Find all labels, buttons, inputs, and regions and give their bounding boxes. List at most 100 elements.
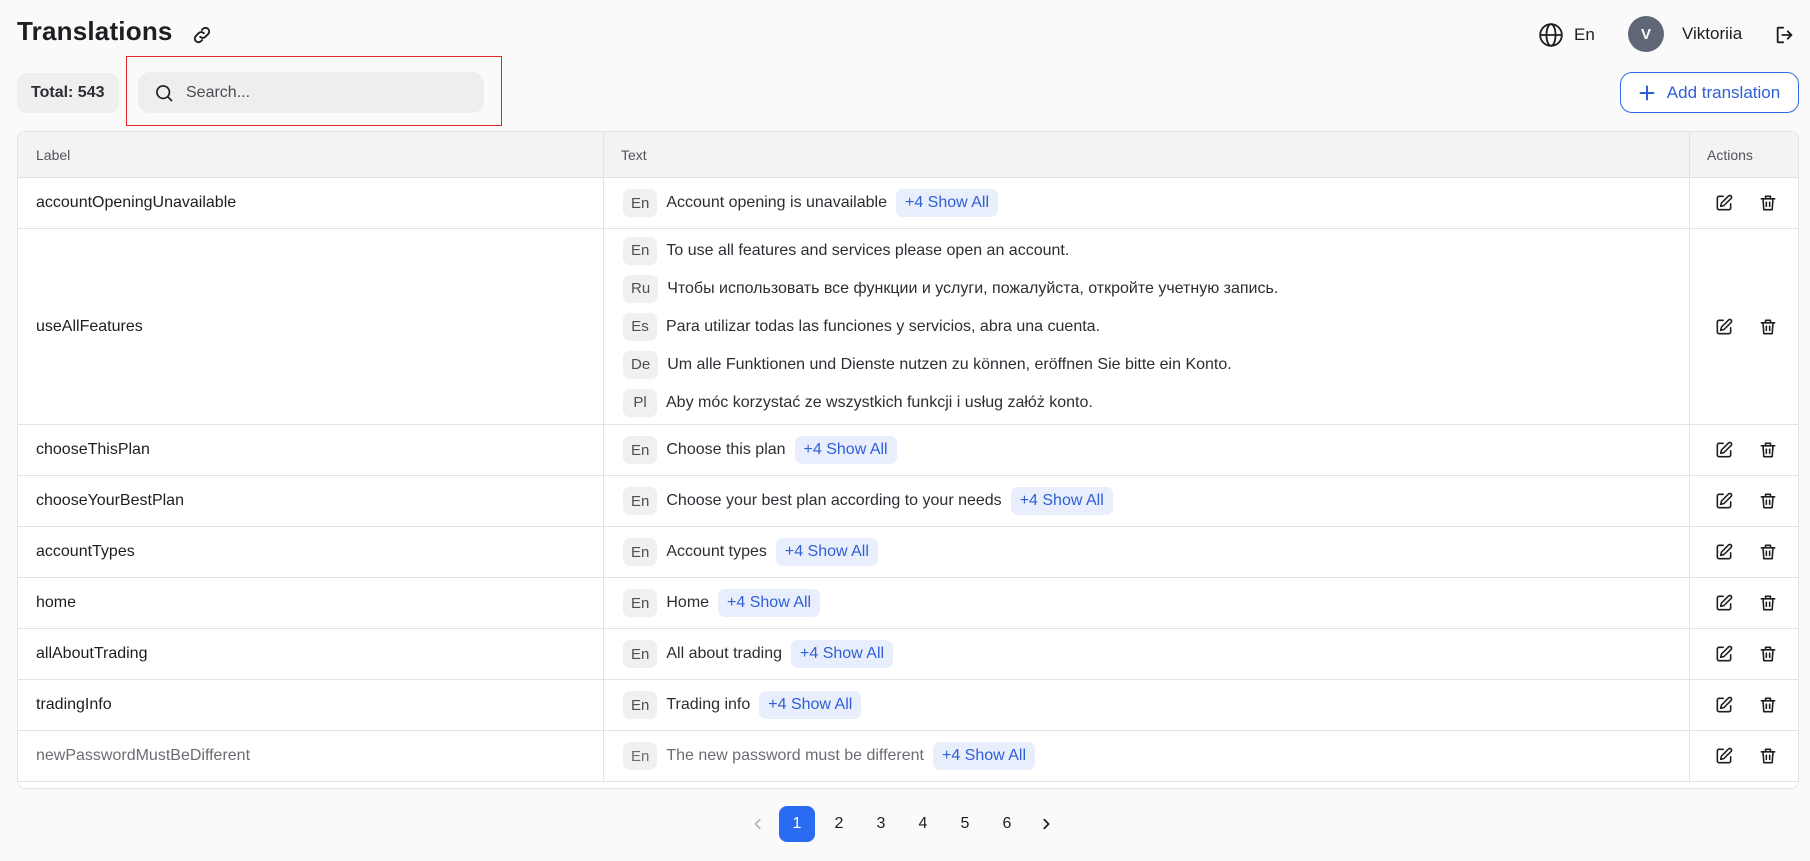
show-all-button[interactable]: +4 Show All — [759, 691, 862, 719]
column-header-label[interactable]: Label — [18, 132, 604, 177]
page-button[interactable]: 6 — [989, 806, 1025, 842]
delete-button[interactable] — [1756, 315, 1780, 339]
language-tag: En — [623, 189, 658, 217]
translation-label: accountOpeningUnavailable — [18, 178, 604, 228]
page-button[interactable]: 3 — [863, 806, 899, 842]
delete-button[interactable] — [1756, 693, 1780, 717]
column-header-text[interactable]: Text — [604, 132, 1690, 177]
show-all-button[interactable]: +4 Show All — [895, 189, 999, 217]
table-row: tradingInfo En Trading info +4 Show All — [18, 680, 1798, 731]
delete-button[interactable] — [1756, 642, 1780, 666]
translation-text: Account opening is unavailable — [666, 194, 887, 211]
trash-icon — [1760, 595, 1776, 611]
translation-text: Чтобы использовать все функции и услуги,… — [667, 279, 1279, 297]
translation-line: En Home +4 Show All — [623, 584, 1689, 622]
translation-line: De Um alle Funktionen und Dienste nutzen … — [623, 346, 1689, 384]
translation-label: allAboutTrading — [18, 629, 604, 679]
trash-icon — [1760, 319, 1776, 334]
edit-button[interactable] — [1712, 438, 1736, 462]
delete-button[interactable] — [1756, 540, 1780, 564]
show-all-button[interactable]: +4 Show All — [794, 436, 897, 464]
show-all-button[interactable]: +4 Show All — [718, 589, 821, 617]
edit-icon — [1716, 492, 1733, 509]
pagination: 123456 — [740, 806, 1064, 842]
logout-icon — [1776, 26, 1793, 44]
add-translation-button[interactable]: Add translation — [1620, 72, 1799, 113]
delete-button[interactable] — [1756, 191, 1780, 215]
trash-icon — [1760, 493, 1776, 509]
edit-button[interactable] — [1712, 693, 1736, 717]
language-label: En — [1574, 25, 1595, 44]
language-tag: En — [623, 742, 658, 770]
search-icon — [156, 84, 173, 101]
row-actions — [1690, 425, 1798, 475]
page-button[interactable]: 1 — [779, 806, 815, 842]
language-tag: En — [623, 236, 658, 265]
show-all-button[interactable]: +4 Show All — [791, 640, 894, 668]
translation-text: Aby móc korzystać ze wszystkich funkcji … — [666, 393, 1093, 411]
page-title: Translations — [17, 16, 173, 46]
table-row: accountTypes En Account types +4 Show All — [18, 527, 1798, 578]
translation-text: All about trading — [666, 645, 782, 662]
page-button[interactable]: 4 — [905, 806, 941, 842]
trash-icon — [1760, 195, 1776, 211]
show-all-button[interactable]: +4 Show All — [775, 538, 878, 566]
translation-text: Choose your best plan according to your … — [666, 492, 1002, 509]
user-name: Viktoriia — [1682, 24, 1743, 43]
table-row: accountOpeningUnavailable En Account openi… — [18, 178, 1798, 229]
edit-button[interactable] — [1712, 315, 1736, 339]
language-tag: De — [623, 350, 659, 379]
language-tag: En — [623, 589, 658, 617]
translation-line: En All about trading +4 Show All — [623, 635, 1689, 673]
globe-icon — [1539, 23, 1563, 47]
delete-button[interactable] — [1756, 591, 1780, 615]
edit-button[interactable] — [1712, 591, 1736, 615]
translation-line: En Choose your best plan according to you… — [623, 482, 1689, 520]
translation-text-cell: En Account types +4 Show All — [604, 527, 1690, 577]
edit-button[interactable] — [1712, 744, 1736, 768]
user-menu[interactable]: V Viktoriia — [1628, 16, 1742, 52]
translation-line: Pl Aby móc korzystać ze wszystkich funkcj… — [623, 384, 1689, 422]
prev-page-button[interactable] — [740, 806, 776, 842]
edit-button[interactable] — [1712, 540, 1736, 564]
translation-text-cell: En To use all features and services pleas… — [604, 229, 1690, 424]
translation-text-cell: En The new password must be different +4 S… — [604, 731, 1690, 781]
delete-button[interactable] — [1756, 438, 1780, 462]
language-tag: Pl — [623, 388, 657, 417]
page-button[interactable]: 2 — [821, 806, 857, 842]
table-row: useAllFeatures En To use all features and … — [18, 229, 1798, 425]
language-tag: En — [623, 487, 658, 515]
delete-button[interactable] — [1756, 744, 1780, 768]
edit-button[interactable] — [1712, 642, 1736, 666]
show-all-button[interactable]: +4 Show All — [1010, 487, 1113, 515]
total-count-badge: Total: 543 — [17, 73, 119, 113]
language-tag: En — [623, 691, 658, 719]
search-box[interactable] — [138, 72, 484, 113]
delete-button[interactable] — [1756, 489, 1780, 513]
language-switcher[interactable]: En — [1538, 20, 1595, 50]
next-page-button[interactable] — [1028, 806, 1064, 842]
translation-text: Um alle Funktionen und Dienste nutzen zu… — [667, 355, 1232, 373]
logout-button[interactable] — [1772, 22, 1798, 48]
trash-icon — [1760, 748, 1776, 764]
edit-button[interactable] — [1712, 489, 1736, 513]
chevron-left-icon — [754, 818, 761, 830]
translation-line: En Choose this plan +4 Show All — [623, 431, 1689, 469]
language-tag: En — [623, 436, 658, 464]
search-input[interactable] — [186, 83, 446, 102]
copy-link-button[interactable] — [189, 22, 215, 48]
edit-icon — [1716, 696, 1733, 713]
page-button[interactable]: 5 — [947, 806, 983, 842]
row-actions — [1690, 731, 1798, 781]
language-tag: En — [623, 538, 658, 566]
edit-button[interactable] — [1712, 191, 1736, 215]
show-all-button[interactable]: +4 Show All — [932, 742, 1036, 770]
row-actions — [1690, 476, 1798, 526]
translation-label: accountTypes — [18, 527, 604, 577]
translation-text: Choose this plan — [666, 441, 786, 458]
page-list: 123456 — [776, 806, 1028, 842]
translation-line: En To use all features and services pleas… — [623, 232, 1689, 270]
translation-label: chooseYourBestPlan — [18, 476, 604, 526]
trash-icon — [1760, 442, 1776, 458]
row-actions — [1690, 229, 1798, 424]
